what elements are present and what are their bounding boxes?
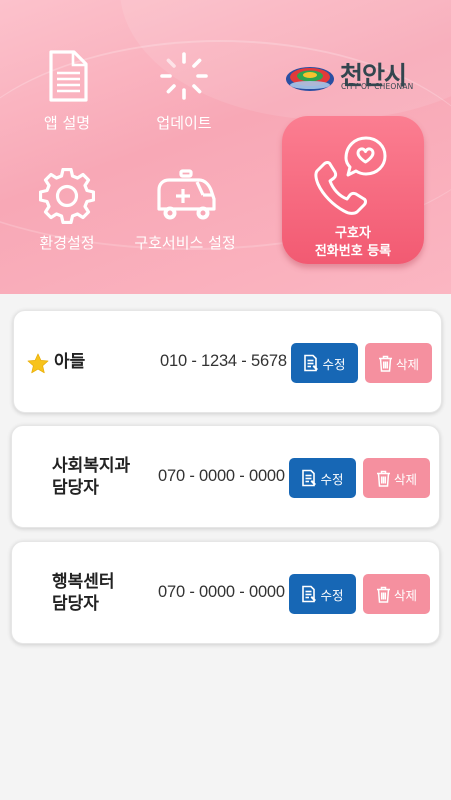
register-button-label-1: 구호자 bbox=[335, 226, 371, 241]
contact-name: 아들 bbox=[54, 311, 85, 412]
menu-update[interactable]: 업데이트 bbox=[149, 48, 219, 133]
contact-phone: 070 - 0000 - 0000 bbox=[158, 583, 285, 601]
menu-label: 환경설정 bbox=[39, 234, 95, 252]
star-icon[interactable] bbox=[27, 353, 49, 374]
contact-phone: 010 - 1234 - 5678 bbox=[160, 352, 287, 370]
delete-button-label: 삭제 bbox=[395, 356, 419, 372]
menu-rescue-service-settings[interactable]: 구호서비스 설정 bbox=[130, 168, 240, 253]
contact-card: 행복센터 담당자 070 - 0000 - 0000 수정 삭제 bbox=[11, 541, 440, 644]
ambulance-icon bbox=[157, 169, 216, 220]
delete-button-label: 삭제 bbox=[393, 587, 417, 603]
contact-phone: 070 - 0000 - 0000 bbox=[158, 467, 285, 485]
loading-spinner-icon bbox=[160, 52, 208, 100]
edit-document-icon bbox=[302, 469, 317, 487]
contact-name: 행복센터 담당자 bbox=[52, 542, 115, 643]
contact-card: 아들 010 - 1234 - 5678 수정 삭제 bbox=[13, 310, 442, 413]
phone-heart-icon bbox=[314, 136, 387, 215]
menu-label: 업데이트 bbox=[156, 114, 212, 132]
trash-icon bbox=[378, 355, 392, 372]
edit-button[interactable]: 수정 bbox=[289, 458, 356, 498]
edit-document-icon bbox=[304, 354, 319, 372]
delete-button[interactable]: 삭제 bbox=[365, 343, 432, 383]
edit-button[interactable]: 수정 bbox=[289, 574, 356, 614]
trash-icon bbox=[376, 470, 390, 487]
edit-document-icon bbox=[302, 585, 317, 603]
edit-button-label: 수정 bbox=[320, 587, 344, 603]
cheonan-emblem-icon bbox=[286, 67, 334, 91]
trash-icon bbox=[376, 586, 390, 603]
menu-settings[interactable]: 환경설정 bbox=[32, 168, 102, 253]
contact-name-line: 행복센터 bbox=[52, 571, 115, 592]
menu-app-guide[interactable]: 앱 설명 bbox=[32, 48, 102, 133]
delete-button[interactable]: 삭제 bbox=[363, 574, 430, 614]
header-panel: 앱 설명 업데이트 환경설정 구호서비스 설정 천안시 CITY OF CHEO… bbox=[0, 0, 451, 294]
city-name-english: CITY OF CHEONAN bbox=[341, 82, 414, 91]
contact-card: 사회복지과 담당자 070 - 0000 - 0000 수정 삭제 bbox=[11, 425, 440, 528]
city-logo: 천안시 CITY OF CHEONAN bbox=[284, 58, 429, 94]
edit-button[interactable]: 수정 bbox=[291, 343, 358, 383]
menu-label: 앱 설명 bbox=[43, 114, 91, 132]
contact-name-line: 사회복지과 bbox=[52, 455, 131, 476]
contact-name: 사회복지과 담당자 bbox=[52, 426, 130, 527]
register-rescuer-phone-button[interactable]: 구호자 전화번호 등록 bbox=[282, 116, 424, 264]
contact-name-line: 담당자 bbox=[52, 477, 99, 498]
delete-button[interactable]: 삭제 bbox=[363, 458, 430, 498]
gear-icon bbox=[39, 168, 95, 224]
contact-name-line: 담당자 bbox=[52, 593, 99, 614]
edit-button-label: 수정 bbox=[320, 471, 344, 487]
delete-button-label: 삭제 bbox=[393, 471, 417, 487]
menu-label: 구호서비스 설정 bbox=[134, 234, 236, 252]
document-icon bbox=[49, 50, 88, 102]
register-button-label-2: 전화번호 등록 bbox=[314, 244, 392, 259]
contact-name-line: 아들 bbox=[54, 351, 86, 372]
edit-button-label: 수정 bbox=[322, 356, 346, 372]
